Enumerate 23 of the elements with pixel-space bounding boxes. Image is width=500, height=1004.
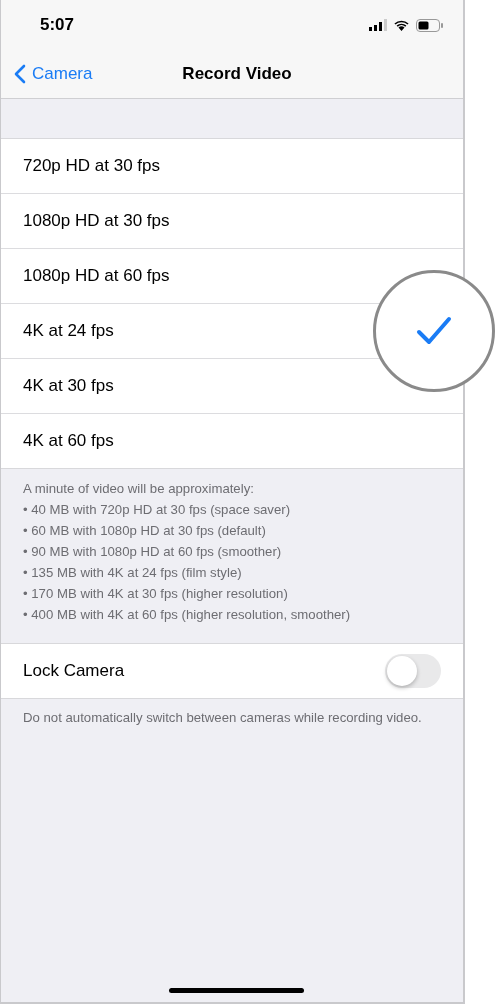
option-item[interactable]: 4K at 60 fps	[23, 431, 114, 451]
back-button[interactable]: Camera	[1, 64, 93, 84]
option-item[interactable]: 4K at 24 fps	[23, 321, 114, 341]
screen-title: Record Video	[182, 64, 292, 84]
status-time: 5:07	[40, 15, 75, 35]
option-item[interactable]: 1080p HD at 30 fps	[23, 211, 170, 231]
footer-note: A minute of video will be approximately:	[23, 480, 255, 497]
signal-icon	[369, 19, 387, 31]
battery-icon	[416, 18, 443, 32]
back-chevron-icon	[14, 64, 26, 84]
footer-note: Do not automatically switch between cameras while recording video.	[23, 709, 423, 726]
lock-camera-toggle[interactable]	[385, 654, 441, 688]
option-item[interactable]: 4K at 30 fps	[23, 376, 114, 396]
footer-note: • 400 MB with 4K at 60 fps (higher resolution, smoother)	[23, 606, 352, 623]
footer-note: • 135 MB with 4K at 24 fps (film style)	[23, 564, 243, 581]
footer-note: • 90 MB with 1080p HD at 60 fps (smoother)	[23, 543, 283, 560]
footer-note: • 60 MB with 1080p HD at 30 fps (default)	[23, 522, 267, 539]
footer-note: • 170 MB with 4K at 30 fps (higher resolution)	[23, 585, 289, 602]
footer-note: • 40 MB with 720p HD at 30 fps (space saver)	[23, 501, 292, 518]
option-item[interactable]: 720p HD at 30 fps	[23, 156, 161, 176]
wifi-icon	[393, 19, 410, 31]
lock-camera-label: Lock Camera	[23, 661, 125, 681]
option-item[interactable]: 1080p HD at 60 fps	[23, 266, 170, 286]
